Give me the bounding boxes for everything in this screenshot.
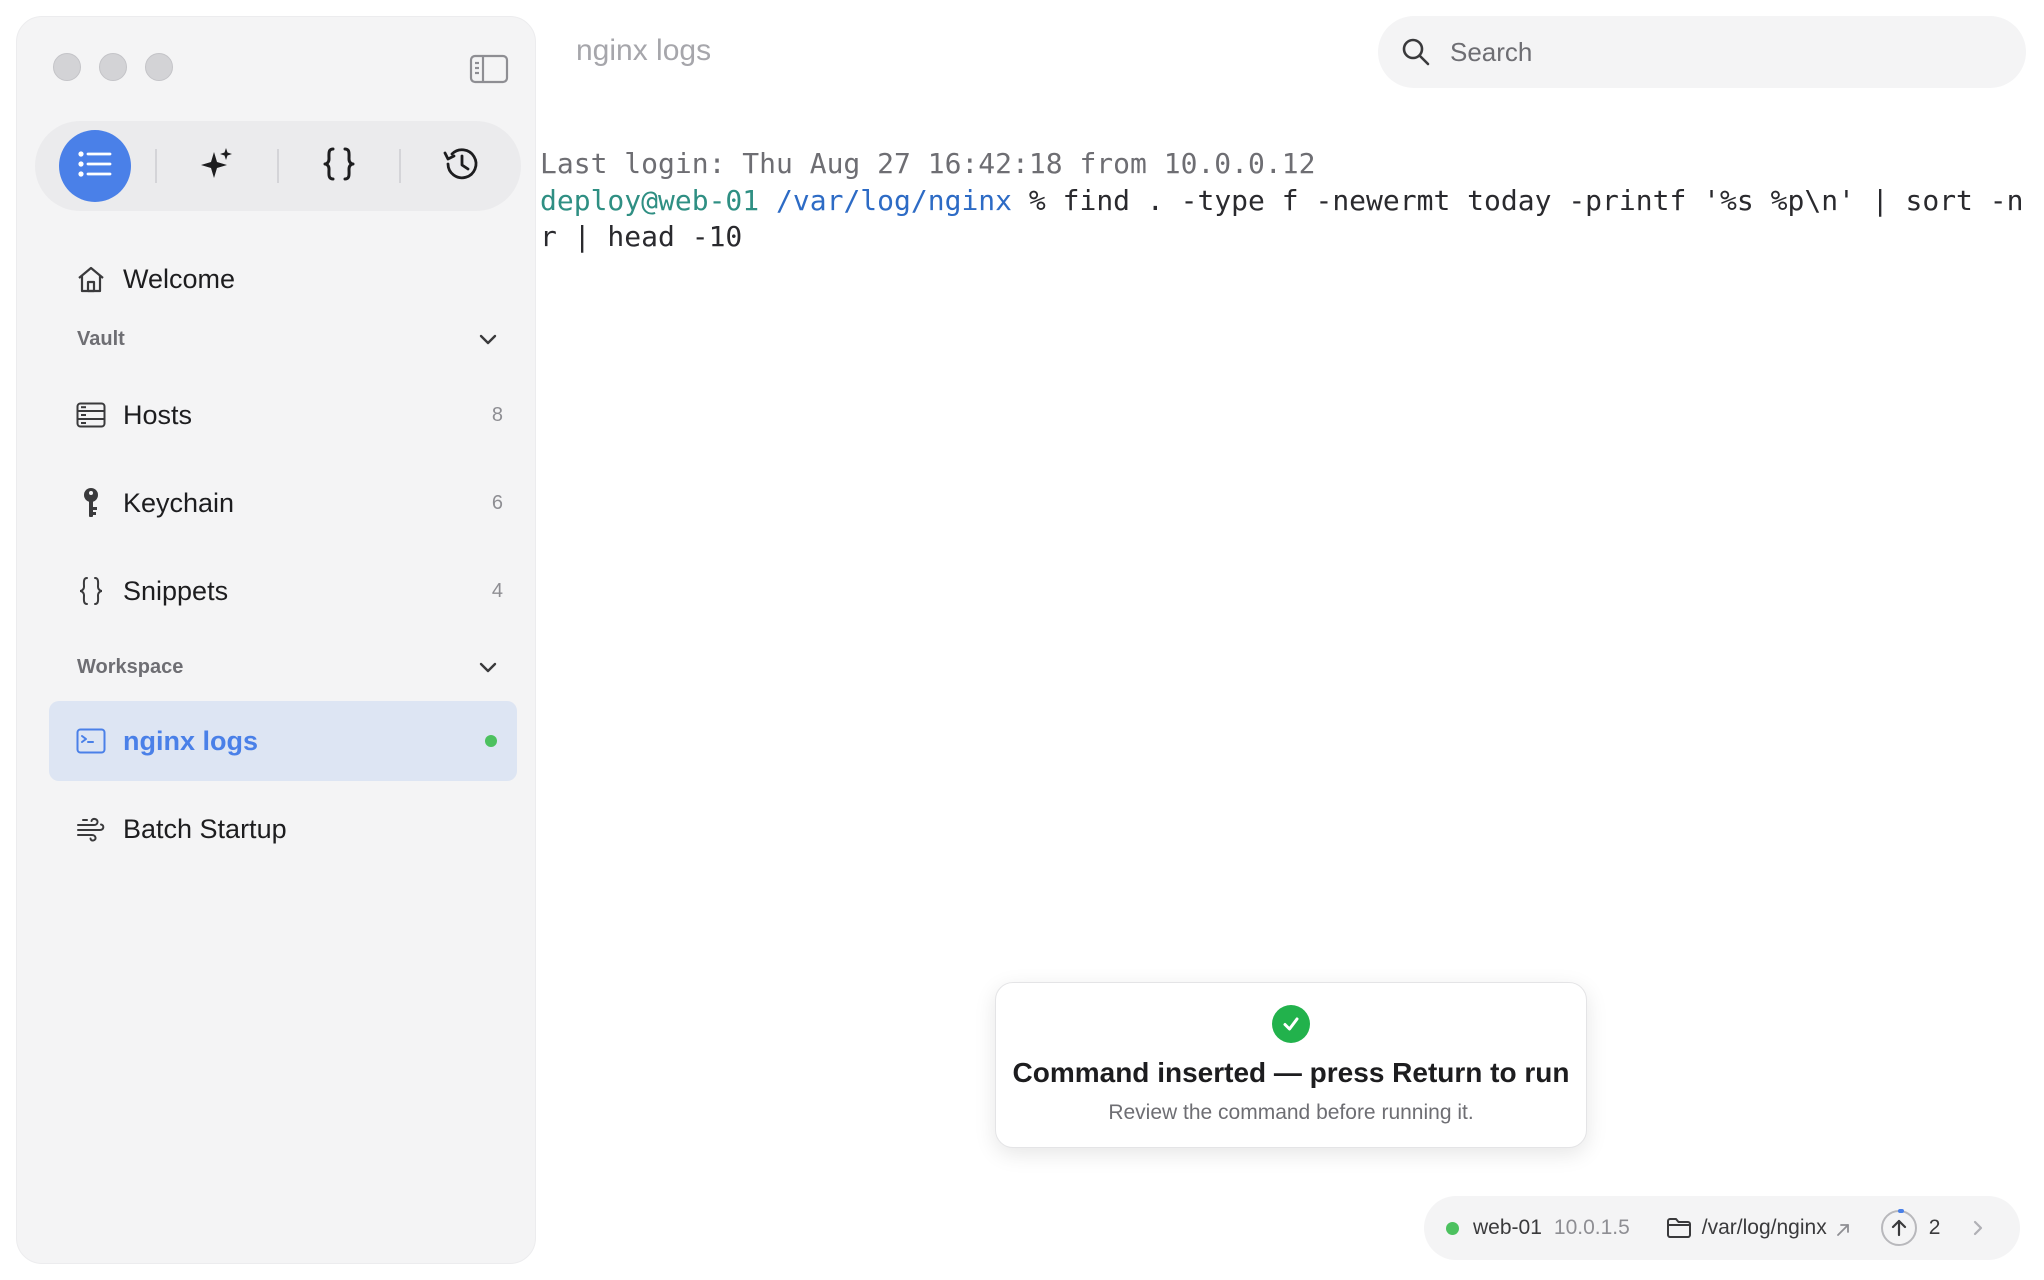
current-directory-link[interactable]: /var/log/nginx: [1702, 1216, 1827, 1240]
sidebar-item-hosts[interactable]: Hosts 8: [49, 375, 517, 455]
sidebar-item-batch-startup[interactable]: Batch Startup: [49, 789, 517, 869]
host-name[interactable]: web-01: [1473, 1216, 1542, 1240]
zoom-window-button[interactable]: [145, 53, 173, 81]
section-vault-header[interactable]: Vault: [77, 319, 517, 359]
sidebar-item-welcome[interactable]: Welcome: [49, 239, 517, 319]
sidebar-item-label: nginx logs: [123, 725, 258, 756]
upload-transfers-button[interactable]: [1880, 1209, 1917, 1246]
braces-icon: [322, 146, 356, 187]
sidebar-item-label: Welcome: [123, 263, 236, 294]
search-bar[interactable]: [1378, 16, 2026, 88]
window-controls: [53, 53, 173, 81]
host-ip: 10.0.1.5: [1553, 1216, 1630, 1239]
folder-icon: [1666, 1217, 1692, 1239]
checkmark-icon: [1272, 1005, 1310, 1043]
command-text: % find . -type f -newermt today -printf …: [1012, 183, 2024, 217]
sparkles-icon: [199, 146, 235, 187]
command-inserted-toast: Command inserted — press Return to run R…: [995, 982, 1587, 1148]
search-input[interactable]: [1450, 36, 1970, 68]
sidebar-item-label: Hosts: [123, 399, 193, 430]
ai-assistant-button[interactable]: [157, 121, 277, 211]
wind-icon: [75, 813, 107, 845]
transfer-progress-indicator: [1897, 1209, 1904, 1213]
list-icon: [78, 150, 112, 182]
sidebar-mode-switcher: [35, 121, 521, 211]
terminal-line: Last login: Thu Aug 27 16:42:18 from 10.…: [540, 146, 2040, 183]
history-icon: [442, 146, 480, 187]
toast-title: Command inserted — press Return to run: [1012, 1057, 1570, 1088]
transfer-count: 2: [1928, 1216, 1941, 1239]
chevron-down-icon[interactable]: [477, 328, 499, 350]
prompt-user: deploy@web-01: [540, 183, 760, 217]
terminal-line: r | head -10: [540, 219, 2040, 256]
chevron-down-icon[interactable]: [477, 656, 499, 678]
section-workspace-header[interactable]: Workspace: [77, 647, 517, 687]
sidebar: Welcome Vault Hosts 8 Keychain 6 Snippet…: [16, 16, 536, 1264]
server-icon: [75, 399, 107, 431]
section-title: Vault: [77, 327, 125, 350]
snippets-view-button[interactable]: [279, 121, 399, 211]
terminal-line: deploy@web-01 /var/log/nginx % find . -t…: [540, 183, 2040, 220]
external-link-icon[interactable]: [1835, 1220, 1851, 1236]
close-window-button[interactable]: [53, 53, 81, 81]
sidebar-item-keychain[interactable]: Keychain 6: [49, 463, 517, 543]
minimize-window-button[interactable]: [99, 53, 127, 81]
sidebar-item-label: Keychain: [123, 487, 235, 518]
terminal-icon: [75, 725, 107, 757]
history-view-button[interactable]: [401, 121, 521, 211]
list-view-button[interactable]: [35, 121, 155, 211]
home-icon: [75, 263, 107, 295]
item-count: 8: [491, 403, 503, 426]
sidebar-item-label: Snippets: [123, 575, 229, 606]
search-icon: [1400, 36, 1432, 68]
item-count: 4: [491, 579, 503, 602]
prompt-path: /var/log/nginx: [776, 183, 1013, 217]
arrow-up-icon: [1891, 1219, 1906, 1237]
sidebar-toggle-icon[interactable]: [469, 53, 509, 85]
last-login-text: Last login: Thu Aug 27 16:42:18 from 10.…: [540, 147, 1316, 180]
sidebar-item-nginx-logs[interactable]: nginx logs: [49, 701, 517, 781]
sidebar-item-label: Batch Startup: [123, 813, 287, 844]
braces-icon: [75, 575, 107, 607]
command-text-wrapped: r | head -10: [540, 220, 743, 253]
section-title: Workspace: [77, 655, 184, 678]
key-icon: [75, 487, 107, 519]
session-status-bar: web-01 10.0.1.5 /var/log/nginx 2: [1424, 1196, 2020, 1260]
sidebar-item-snippets[interactable]: Snippets 4: [49, 551, 517, 631]
connection-status-dot: [1446, 1221, 1459, 1235]
terminal-output[interactable]: Last login: Thu Aug 27 16:42:18 from 10.…: [540, 146, 2040, 256]
toast-subtitle: Review the command before running it.: [1108, 1101, 1474, 1124]
connected-status-dot: [485, 735, 497, 747]
item-count: 6: [491, 491, 503, 514]
page-title: nginx logs: [576, 34, 712, 67]
chevron-right-icon[interactable]: [1970, 1218, 1986, 1238]
